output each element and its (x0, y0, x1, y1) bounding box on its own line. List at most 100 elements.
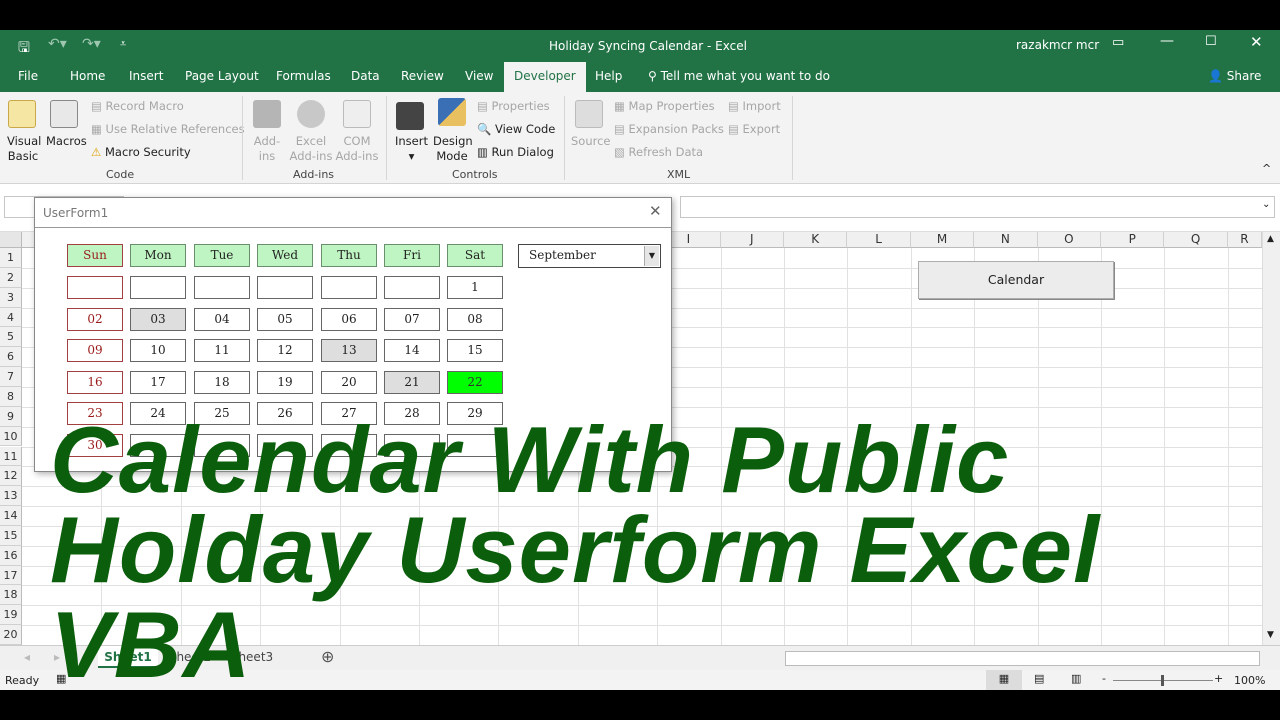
date-cell[interactable]: 16 (67, 371, 123, 394)
run-dialog-button[interactable]: ▥ Run Dialog (477, 145, 554, 159)
column-header[interactable]: P (1101, 232, 1165, 248)
date-cell[interactable] (194, 276, 250, 299)
refresh-data-button[interactable]: ▧ Refresh Data (614, 145, 703, 159)
close-icon[interactable]: ✕ (649, 202, 662, 220)
export-button[interactable]: ▤ Export (728, 122, 780, 136)
column-header[interactable]: L (847, 232, 911, 248)
macros-button[interactable]: Macros (46, 134, 87, 148)
tab-data[interactable]: Data (351, 69, 380, 83)
date-cell[interactable] (130, 276, 186, 299)
row-header[interactable]: 16 (0, 545, 22, 566)
insert-control-button[interactable]: Insert ▾ (395, 134, 428, 164)
column-header[interactable]: K (784, 232, 848, 248)
ribbon-display-icon[interactable]: ▭ (1112, 35, 1124, 50)
column-header[interactable]: M (910, 232, 975, 248)
column-header[interactable]: J (720, 232, 784, 248)
tab-developer[interactable]: Developer (504, 62, 586, 92)
collapse-ribbon-icon[interactable]: ^ (1262, 162, 1271, 175)
date-cell[interactable]: 04 (194, 308, 250, 331)
tell-me-search[interactable]: ⚲ Tell me what you want to do (648, 69, 830, 83)
row-header[interactable]: 5 (0, 327, 22, 348)
scroll-up-icon[interactable]: ▲ (1267, 234, 1274, 244)
row-header[interactable]: 7 (0, 367, 22, 387)
row-header[interactable]: 17 (0, 565, 22, 586)
row-header[interactable]: 14 (0, 506, 22, 526)
date-cell[interactable]: 20 (321, 371, 377, 394)
row-header[interactable]: 19 (0, 605, 22, 626)
horizontal-scrollbar[interactable] (785, 651, 1260, 666)
import-button[interactable]: ▤ Import (728, 99, 781, 113)
select-all-button[interactable] (0, 232, 22, 248)
redo-icon[interactable]: ↷▾ (82, 36, 101, 52)
expand-formula-icon[interactable]: ⌄ (1262, 199, 1270, 210)
normal-view-icon[interactable]: ▦ (986, 670, 1022, 690)
page-layout-view-icon[interactable]: ▤ (1034, 672, 1044, 685)
date-cell[interactable]: 1 (447, 276, 503, 299)
date-cell[interactable] (384, 276, 440, 299)
view-code-button[interactable]: 🔍 View Code (477, 122, 555, 136)
date-cell[interactable]: 22 (447, 371, 503, 394)
prev-sheet-icon[interactable]: ◂ (24, 650, 30, 664)
date-cell[interactable]: 15 (447, 339, 503, 362)
date-cell[interactable]: 02 (67, 308, 123, 331)
row-header[interactable]: 11 (0, 446, 22, 467)
zoom-in-icon[interactable]: + (1214, 672, 1223, 685)
share-button[interactable]: 👤 Share (1208, 69, 1261, 83)
date-cell[interactable]: 09 (67, 339, 123, 362)
date-cell[interactable]: 21 (384, 371, 440, 394)
date-cell[interactable]: 10 (130, 339, 186, 362)
date-cell[interactable]: 11 (194, 339, 250, 362)
date-cell[interactable]: 07 (384, 308, 440, 331)
save-icon[interactable]: 🖫 (18, 37, 30, 61)
row-header[interactable]: 8 (0, 386, 22, 407)
date-cell[interactable]: 18 (194, 371, 250, 394)
visual-basic-button[interactable]: Visual Basic (7, 134, 41, 164)
page-break-view-icon[interactable]: ▥ (1071, 672, 1081, 685)
column-header[interactable]: O (1037, 232, 1101, 248)
tab-review[interactable]: Review (401, 69, 444, 83)
minimize-icon[interactable]: — (1160, 33, 1174, 49)
date-cell[interactable]: 06 (321, 308, 377, 331)
row-header[interactable]: 12 (0, 466, 22, 487)
column-header[interactable]: N (974, 232, 1038, 248)
tab-home[interactable]: Home (70, 69, 105, 83)
source-button[interactable]: Source (571, 134, 611, 148)
row-header[interactable]: 6 (0, 347, 22, 368)
user-name[interactable]: razakmcr mcr (1016, 38, 1099, 52)
com-addins-button[interactable]: COM Add-ins (335, 134, 379, 164)
row-header[interactable]: 15 (0, 525, 22, 546)
date-cell[interactable]: 12 (257, 339, 313, 362)
record-macro-button[interactable]: ▤ Record Macro (91, 99, 184, 113)
zoom-slider-thumb[interactable] (1161, 675, 1164, 686)
tab-insert[interactable]: Insert (129, 69, 163, 83)
date-cell[interactable]: 14 (384, 339, 440, 362)
vertical-scrollbar[interactable]: ▲ ▼ (1262, 232, 1280, 645)
formula-input[interactable] (680, 196, 1275, 218)
row-header[interactable]: 3 (0, 287, 22, 308)
scroll-down-icon[interactable]: ▼ (1267, 630, 1274, 640)
zoom-out-icon[interactable]: - (1102, 672, 1106, 685)
close-icon[interactable]: ✕ (1250, 33, 1263, 51)
date-cell[interactable]: 19 (257, 371, 313, 394)
expansion-packs-button[interactable]: ▤ Expansion Packs (614, 122, 724, 136)
tab-help[interactable]: Help (595, 69, 622, 83)
date-cell[interactable] (257, 276, 313, 299)
macro-security-button[interactable]: ⚠ Macro Security (91, 145, 191, 159)
column-header[interactable]: R (1227, 232, 1262, 248)
date-cell[interactable] (67, 276, 123, 299)
row-header[interactable]: 20 (0, 625, 22, 645)
row-header[interactable]: 2 (0, 267, 22, 288)
month-dropdown[interactable]: September ▼ (518, 244, 661, 268)
date-cell[interactable]: 08 (447, 308, 503, 331)
tab-page-layout[interactable]: Page Layout (185, 69, 259, 83)
row-header[interactable]: 9 (0, 406, 22, 427)
tab-formulas[interactable]: Formulas (276, 69, 331, 83)
row-header[interactable]: 18 (0, 585, 22, 606)
properties-button[interactable]: ▤ Properties (477, 99, 550, 113)
row-header[interactable]: 10 (0, 426, 22, 447)
addins-button[interactable]: Add-ins (252, 134, 282, 164)
date-cell[interactable]: 13 (321, 339, 377, 362)
date-cell[interactable] (321, 276, 377, 299)
maximize-icon[interactable]: ☐ (1205, 34, 1217, 49)
row-header[interactable]: 4 (0, 307, 22, 328)
